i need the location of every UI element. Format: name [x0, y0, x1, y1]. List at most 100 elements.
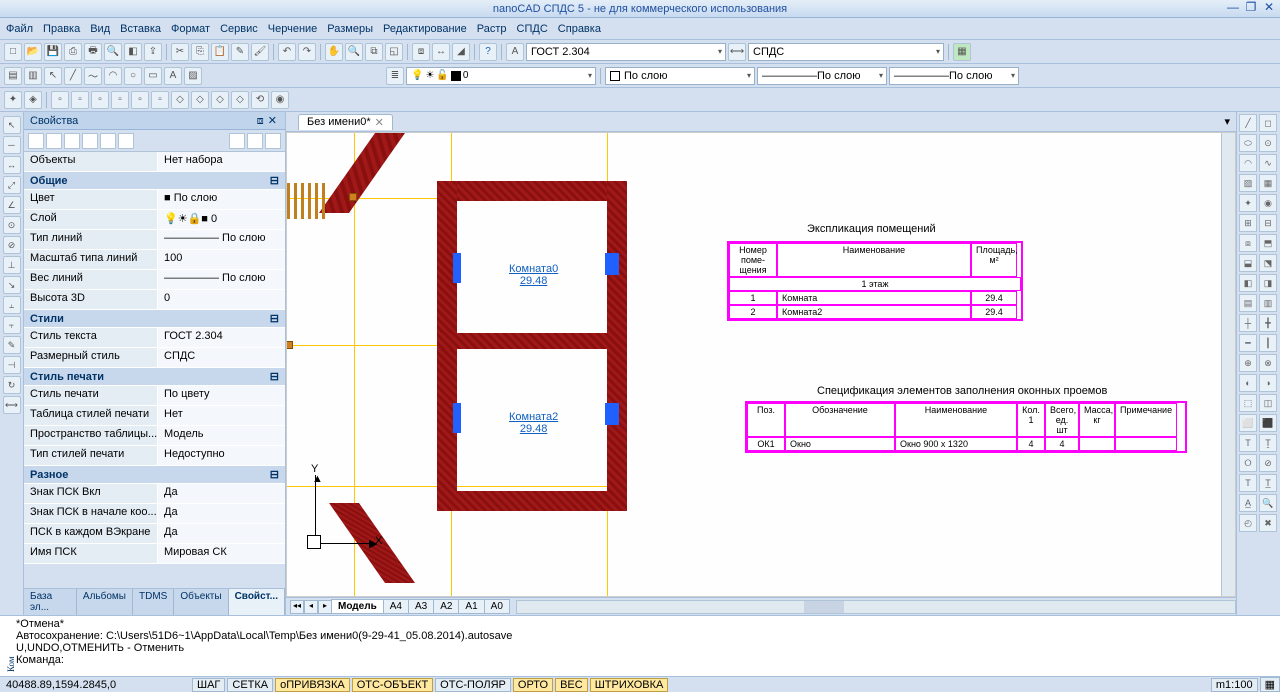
dim-leader-icon[interactable]: ↘ [3, 276, 21, 294]
tab-a2[interactable]: А2 [433, 599, 459, 614]
copy-icon[interactable]: ⎘ [191, 43, 209, 61]
text-icon[interactable]: A [164, 67, 182, 85]
menu-modify[interactable]: Редактирование [383, 23, 467, 35]
tablestyle-icon[interactable]: ▦ [953, 43, 971, 61]
spds-btn-2[interactable]: ◻ [1259, 114, 1277, 132]
prop-btn7[interactable] [229, 133, 245, 149]
menu-service[interactable]: Сервис [220, 23, 258, 35]
prop-btn6[interactable] [118, 133, 134, 149]
dim-linear-icon[interactable]: ↔ [3, 156, 21, 174]
dimstyle-icon[interactable]: ⟷ [728, 43, 746, 61]
spds-btn-36[interactable]: ⊘ [1259, 454, 1277, 472]
undo-icon[interactable]: ↶ [278, 43, 296, 61]
iso-ne-icon[interactable]: ◇ [211, 91, 229, 109]
vpoint-icon[interactable]: ◉ [271, 91, 289, 109]
tab-nav-first[interactable]: ◂◂ [290, 600, 304, 614]
cmd-prompt[interactable]: Команда: [16, 654, 1274, 666]
properties-tab[interactable]: Объекты [174, 589, 228, 615]
command-line[interactable]: Ком *Отмена* Автосохранение: C:\Users\51… [0, 615, 1280, 676]
layermgr2-icon[interactable]: ▥ [24, 67, 42, 85]
cut-icon[interactable]: ✂ [171, 43, 189, 61]
dim-angular-icon[interactable]: ∠ [3, 196, 21, 214]
menu-insert[interactable]: Вставка [120, 23, 161, 35]
dim-edit-icon[interactable]: ✎ [3, 336, 21, 354]
spds-btn-38[interactable]: T̲ [1259, 474, 1277, 492]
tab-a1[interactable]: А1 [458, 599, 484, 614]
properties-tab[interactable]: Свойст... [229, 589, 285, 615]
view-right-icon[interactable]: ▫ [111, 91, 129, 109]
plot-icon[interactable]: ◧ [124, 43, 142, 61]
spds-btn-41[interactable]: ◴ [1239, 514, 1257, 532]
color-combo[interactable]: По слою [605, 67, 755, 85]
spds-btn-1[interactable]: ╱ [1239, 114, 1257, 132]
redo-icon[interactable]: ↷ [298, 43, 316, 61]
spds-btn-39[interactable]: A̲ [1239, 494, 1257, 512]
status-toggle[interactable]: ШАГ [192, 678, 225, 692]
dimstyle-combo[interactable]: СПДС [748, 43, 944, 61]
property-value[interactable]: Модель [158, 426, 285, 445]
linetype-combo[interactable]: ――――― По слою [757, 67, 887, 85]
spds-btn-21[interactable]: ┼ [1239, 314, 1257, 332]
minimize-button[interactable]: — [1226, 0, 1240, 14]
property-group[interactable]: Стили⊟ [24, 310, 285, 328]
status-scale[interactable]: m1:100 [1211, 678, 1258, 692]
dim-diameter-icon[interactable]: ⊘ [3, 236, 21, 254]
layer-combo[interactable]: 💡☀🔓0 [406, 67, 596, 85]
status-toggle[interactable]: ОРТО [513, 678, 553, 692]
select-icon[interactable]: ↖ [44, 67, 62, 85]
prop-btn9[interactable] [265, 133, 281, 149]
iso-sw-icon[interactable]: ◇ [171, 91, 189, 109]
prop-btn2[interactable] [46, 133, 62, 149]
textstyle-combo[interactable]: ГОСТ 2.304 [526, 43, 726, 61]
tab-nav-prev[interactable]: ◂ [304, 600, 318, 614]
layerstates-icon[interactable]: ≣ [386, 67, 404, 85]
spds-btn-13[interactable]: ⧈ [1239, 234, 1257, 252]
menu-view[interactable]: Вид [90, 23, 110, 35]
brush-icon[interactable]: 🖌 [251, 43, 269, 61]
spds-btn-20[interactable]: ▥ [1259, 294, 1277, 312]
dim-ord-icon[interactable]: ⊥ [3, 256, 21, 274]
spds-btn-26[interactable]: ⊗ [1259, 354, 1277, 372]
dim-radius-icon[interactable]: ⊙ [3, 216, 21, 234]
ucs-icon[interactable]: ◈ [24, 91, 42, 109]
tab-nav-next[interactable]: ▸ [318, 600, 332, 614]
dim-aligned-icon[interactable]: ⤢ [3, 176, 21, 194]
property-value[interactable]: Да [158, 484, 285, 503]
spds-btn-35[interactable]: ⭘ [1239, 454, 1257, 472]
zoomwin-icon[interactable]: ⧉ [365, 43, 383, 61]
polyline-icon[interactable]: ～ [84, 67, 102, 85]
line2-icon[interactable]: ─ [3, 136, 21, 154]
dim-style-icon[interactable]: ⟷ [3, 396, 21, 414]
iso-se-icon[interactable]: ◇ [191, 91, 209, 109]
property-group[interactable]: Общие⊟ [24, 172, 285, 190]
spds-btn-4[interactable]: ⊙ [1259, 134, 1277, 152]
property-value[interactable]: ――――― По слою [158, 270, 285, 289]
property-group[interactable]: Стиль печати⊟ [24, 368, 285, 386]
publish-icon[interactable]: ⇪ [144, 43, 162, 61]
property-value[interactable]: 0 [158, 290, 285, 309]
objects-value[interactable]: Нет набора [158, 152, 285, 171]
dim-break-icon[interactable]: ⊣ [3, 356, 21, 374]
view-left-icon[interactable]: ▫ [91, 91, 109, 109]
saveall-icon[interactable]: ⎙ [64, 43, 82, 61]
spds-btn-40[interactable]: 🔍 [1259, 494, 1277, 512]
paste-icon[interactable]: 📋 [211, 43, 229, 61]
prop-btn1[interactable] [28, 133, 44, 149]
open-icon[interactable]: 📂 [24, 43, 42, 61]
status-toggle[interactable]: ВЕС [555, 678, 588, 692]
new-icon[interactable]: □ [4, 43, 22, 61]
tab-a3[interactable]: А3 [408, 599, 434, 614]
layerprop-icon[interactable]: ⧈ [412, 43, 430, 61]
property-value[interactable]: Недоступно [158, 446, 285, 465]
spds-btn-28[interactable]: ◑ [1259, 374, 1277, 392]
spds-btn-23[interactable]: ━ [1239, 334, 1257, 352]
dim-continue-icon[interactable]: ⫟ [3, 316, 21, 334]
spds-btn-29[interactable]: ⬚ [1239, 394, 1257, 412]
spds-btn-18[interactable]: ◨ [1259, 274, 1277, 292]
canvas-hscrollbar[interactable] [516, 600, 1236, 614]
spds-btn-14[interactable]: ⬒ [1259, 234, 1277, 252]
line-icon[interactable]: ╱ [64, 67, 82, 85]
properties-tab[interactable]: База эл... [24, 589, 77, 615]
spds-btn-6[interactable]: ∿ [1259, 154, 1277, 172]
spds-btn-10[interactable]: ◉ [1259, 194, 1277, 212]
